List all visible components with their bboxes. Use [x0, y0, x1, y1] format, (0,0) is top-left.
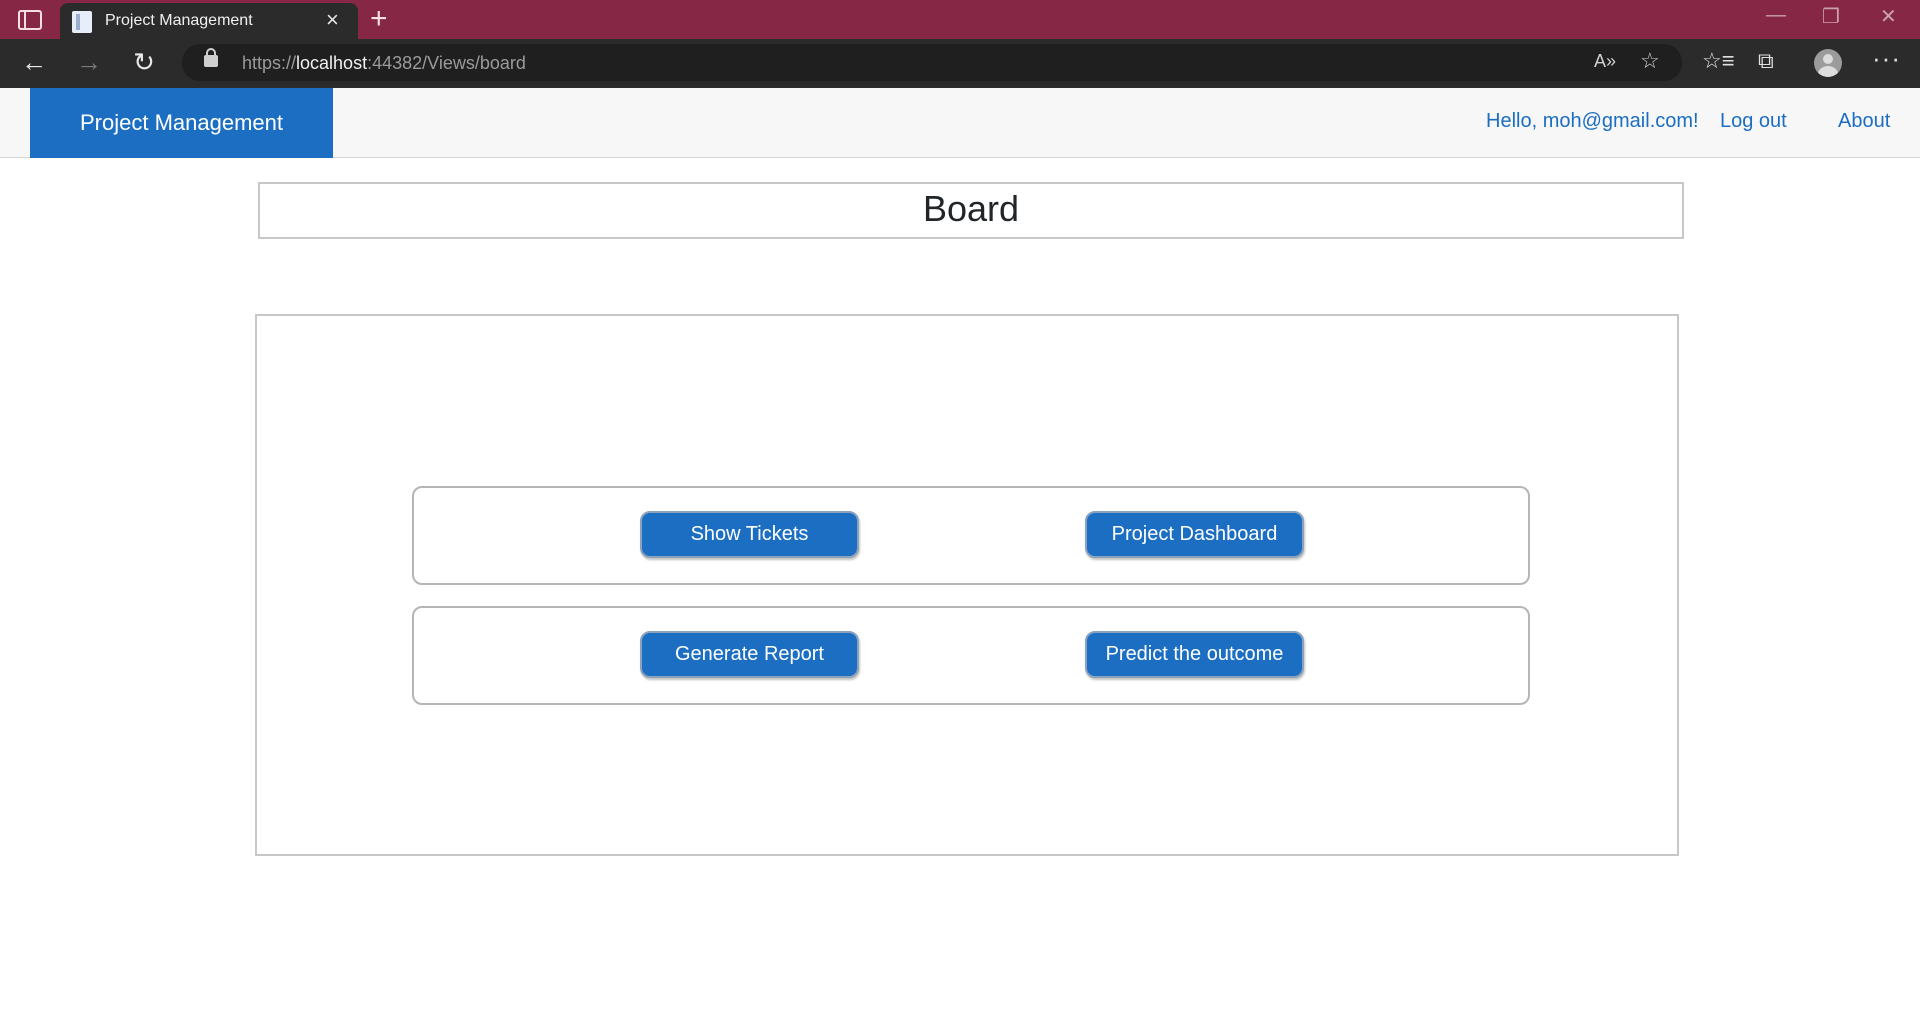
about-link[interactable]: About	[1838, 110, 1890, 133]
project-dashboard-button[interactable]: Project Dashboard	[1085, 511, 1304, 558]
app-navbar: Project Management Hello, moh@gmail.com!…	[0, 88, 1920, 158]
tab-close-icon[interactable]: ×	[326, 9, 339, 31]
favorites-icon[interactable]: ☆≡	[1702, 48, 1735, 74]
more-icon[interactable]: ···	[1872, 43, 1901, 74]
browser-tab-strip: Project Management × + — ❐ ✕	[0, 0, 1920, 39]
restore-icon[interactable]: ❐	[1822, 4, 1840, 29]
window-close-icon[interactable]: ✕	[1880, 4, 1897, 29]
address-bar[interactable]: https://localhost:44382/Views/board A» ☆	[182, 44, 1682, 81]
page-favicon-icon	[72, 11, 92, 33]
favorite-add-icon[interactable]: ☆	[1640, 48, 1660, 74]
brand-link[interactable]: Project Management	[30, 88, 333, 158]
back-arrow-icon[interactable]: ←	[18, 47, 50, 79]
action-row: Show Tickets Project Dashboard	[412, 486, 1530, 585]
url-scheme: https://	[242, 53, 297, 73]
address-url[interactable]: https://localhost:44382/Views/board	[242, 53, 526, 74]
generate-report-button[interactable]: Generate Report	[640, 631, 859, 678]
url-path: :44382/Views/board	[367, 53, 526, 73]
profile-icon[interactable]	[1814, 49, 1842, 77]
user-greeting-link[interactable]: Hello, moh@gmail.com!	[1486, 110, 1699, 133]
read-aloud-icon[interactable]: A»	[1594, 51, 1616, 72]
lock-icon[interactable]	[204, 48, 218, 67]
tab-actions-icon[interactable]	[18, 10, 42, 30]
url-host: localhost	[296, 53, 368, 73]
browser-tab[interactable]: Project Management ×	[60, 3, 358, 39]
tab-title: Project Management	[105, 12, 253, 29]
minimize-icon[interactable]: —	[1766, 4, 1786, 27]
show-tickets-button[interactable]: Show Tickets	[640, 511, 859, 558]
collections-icon[interactable]: ⧉	[1758, 48, 1774, 74]
page-title: Board	[922, 188, 1020, 229]
forward-arrow-icon[interactable]: →	[73, 47, 105, 79]
logout-link[interactable]: Log out	[1720, 110, 1787, 133]
refresh-icon[interactable]: ↻	[128, 47, 160, 79]
page-title-box: Board	[258, 182, 1684, 239]
action-row: Generate Report Predict the outcome	[412, 606, 1530, 705]
predict-outcome-button[interactable]: Predict the outcome	[1085, 631, 1304, 678]
new-tab-icon[interactable]: +	[370, 3, 388, 35]
browser-toolbar: ← → ↻ https://localhost:44382/Views/boar…	[0, 39, 1920, 88]
board-panel: Show Tickets Project Dashboard Generate …	[255, 314, 1679, 856]
